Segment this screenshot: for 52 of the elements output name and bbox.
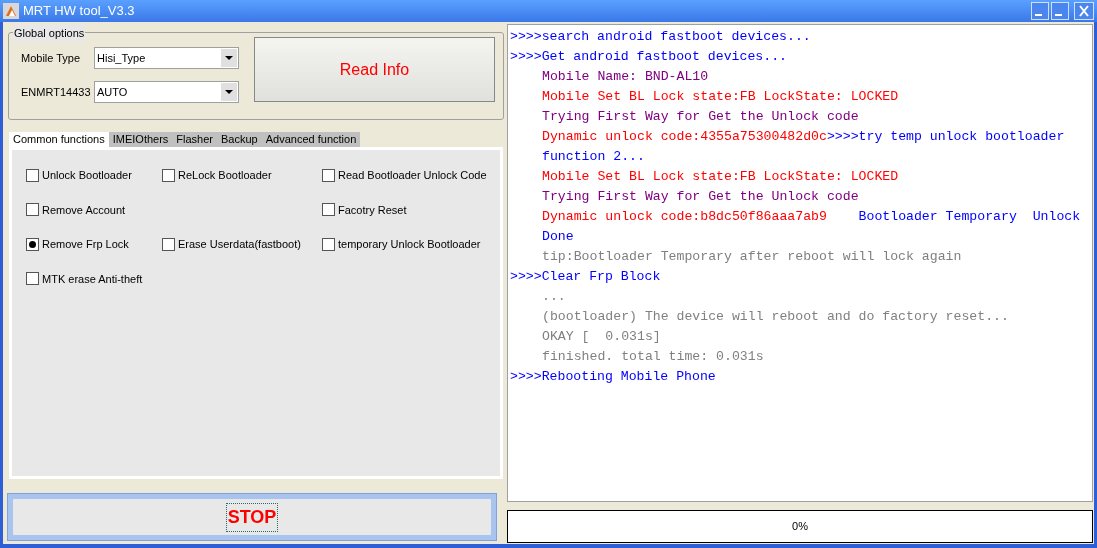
- log-line: OKAY [ 0.031s]: [541, 328, 662, 346]
- tab[interactable]: IMEIOthers: [108, 132, 173, 147]
- log-line: Mobile Name: BND-AL10: [541, 68, 710, 86]
- checkbox[interactable]: [26, 203, 39, 217]
- log-line: Trying First Way for Get the Unlock code: [541, 188, 860, 206]
- tab[interactable]: Common functions: [9, 132, 109, 147]
- log-line: >>>>Clear Frp Block: [510, 268, 662, 286]
- group-title: Global options: [13, 25, 86, 42]
- tab[interactable]: Backup: [217, 132, 262, 147]
- caret-icon: [225, 90, 233, 94]
- checkbox[interactable]: [26, 168, 39, 182]
- option-label: Unlock Bootloader: [42, 168, 132, 183]
- field-label: ENMRT14433: [21, 84, 92, 100]
- checkbox[interactable]: [26, 272, 39, 286]
- option-label: Read Bootloader Unlock Code: [338, 168, 487, 183]
- progress-text: 0%: [792, 519, 808, 535]
- dropdown[interactable]: AUTO: [94, 81, 239, 103]
- minimize-icon[interactable]: [1031, 2, 1049, 20]
- option-label: Remove Frp Lock: [42, 237, 129, 252]
- tab[interactable]: Flasher: [172, 132, 218, 147]
- dropdown[interactable]: Hisi_Type: [94, 47, 239, 69]
- log-line: Trying First Way for Get the Unlock code: [541, 108, 860, 126]
- log-line: ...: [541, 288, 567, 306]
- checkbox[interactable]: [162, 168, 175, 182]
- option-label: Remove Account: [42, 202, 126, 218]
- log-line: >>>>Rebooting Mobile Phone: [510, 368, 717, 386]
- tab[interactable]: Advanced function: [261, 132, 361, 147]
- app-icon: [3, 3, 19, 19]
- checkbox[interactable]: [322, 203, 335, 217]
- checkbox[interactable]: [26, 237, 39, 251]
- checkbox[interactable]: [322, 237, 335, 251]
- option-label: MTK erase Anti-theft: [42, 271, 143, 287]
- window-title: MRT HW tool_V3.3: [23, 2, 135, 21]
- log-line: Dynamic unlock code:b8dc50f86aaa7ab9 Bootloader Temporary Unlock Done: [541, 208, 1082, 246]
- log-line: Mobile Set BL Lock state:FB LockState: LOCKED: [541, 88, 900, 106]
- option-label: temporary Unlock Bootloader: [338, 237, 481, 252]
- option-label: ReLock Bootloader: [178, 168, 272, 183]
- minimize-icon[interactable]: [1051, 2, 1069, 20]
- log-line: (bootloader) The device will reboot and do factory reset...: [541, 308, 1010, 326]
- close-icon[interactable]: [1074, 2, 1094, 20]
- checkbox[interactable]: [322, 168, 335, 182]
- log-line: tip:Bootloader Temporary after reboot will lock again: [541, 248, 963, 266]
- caret-icon: [225, 56, 233, 60]
- log-line: >>>>Get android fastboot devices...: [510, 48, 788, 66]
- field-label: Mobile Type: [21, 50, 82, 66]
- log-line: Mobile Set BL Lock state:FB LockState: LOCKED: [541, 168, 900, 186]
- checkbox[interactable]: [162, 237, 175, 251]
- log-line: finished. total time: 0.031s: [541, 348, 765, 366]
- log-line: Dynamic unlock code:4355a75300482d0c>>>>try temp unlock bootloader function 2...: [541, 128, 1066, 166]
- log-line: >>>>search android fastboot devices...: [510, 28, 812, 46]
- option-label: Facotry Reset: [338, 202, 407, 218]
- option-label: Erase Userdata(fastboot): [178, 237, 301, 252]
